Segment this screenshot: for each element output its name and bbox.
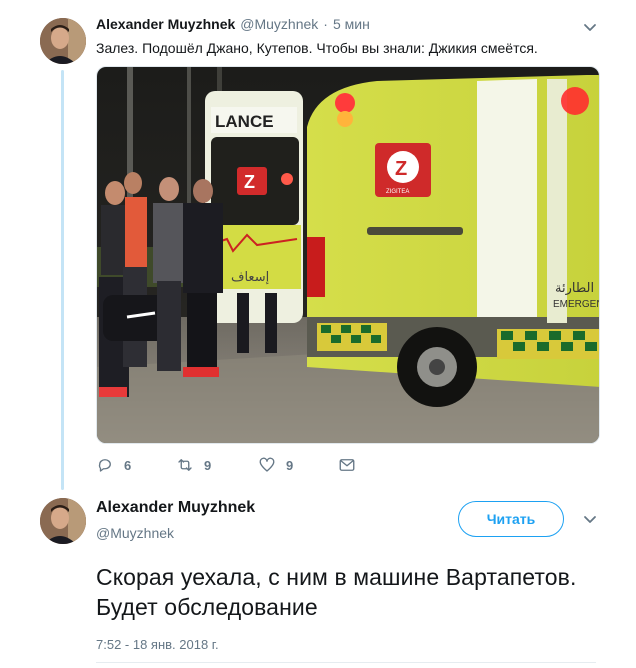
like-button[interactable]: 9 xyxy=(258,456,293,474)
like-count: 9 xyxy=(286,457,294,473)
chevron-down-icon[interactable] xyxy=(582,514,598,526)
retweet-button[interactable]: 9 xyxy=(176,456,211,474)
follow-button[interactable]: Читать xyxy=(458,501,564,537)
retweet-icon xyxy=(178,459,192,471)
van-logo-caption: ZIGITEA xyxy=(386,189,409,195)
avatar[interactable] xyxy=(40,498,86,544)
ambulance-door-label: LANCE xyxy=(215,112,274,131)
avatar[interactable] xyxy=(40,18,86,64)
reply-count: 6 xyxy=(124,457,132,473)
dot-separator: · xyxy=(323,16,328,32)
reply-button[interactable]: 6 xyxy=(96,456,131,474)
van-emergency-label: EMERGEN xyxy=(553,299,600,310)
svg-text:Z: Z xyxy=(395,158,407,180)
reply-icon xyxy=(98,459,111,472)
divider xyxy=(96,662,596,663)
tweet-time[interactable]: 5 мин xyxy=(333,16,370,32)
avatar-photo xyxy=(40,498,86,544)
retweet-count: 9 xyxy=(204,457,212,473)
author-name[interactable]: Alexander Muyzhnek xyxy=(96,499,255,517)
like-icon xyxy=(259,457,275,472)
tweet-photo[interactable]: LANCE Z إسعاف Z ZIGITEA الطارئة EMERGEN xyxy=(96,66,600,444)
direct-message-button[interactable] xyxy=(338,456,356,474)
message-icon xyxy=(339,459,355,471)
thread-connector-line xyxy=(61,70,64,490)
author-handle[interactable]: @Muyzhnek xyxy=(240,16,318,32)
tweet-text: Скорая уехала, с ним в машине Вартапетов… xyxy=(96,564,577,620)
tweet-header: Alexander Muyzhnek @Muyzhnek · 5 мин xyxy=(96,16,370,32)
author-handle[interactable]: @Muyzhnek xyxy=(96,525,174,541)
tweet-text: Залез. Подошёл Джано, Кутепов. Чтобы вы … xyxy=(96,40,538,56)
ambulance-scene-image: LANCE Z إسعاف Z ZIGITEA الطارئة EMERGEN xyxy=(97,67,600,443)
avatar-photo xyxy=(40,18,86,64)
chevron-down-icon[interactable] xyxy=(582,22,598,34)
ambulance-arabic-side: إسعاف xyxy=(231,270,269,285)
tweet-actions: 6 9 9 xyxy=(96,456,426,476)
tweet-timestamp[interactable]: 7:52 - 18 янв. 2018 г. xyxy=(96,637,219,652)
author-name[interactable]: Alexander Muyzhnek xyxy=(96,16,235,32)
van-arabic-label: الطارئة xyxy=(555,281,594,296)
svg-text:Z: Z xyxy=(244,172,255,192)
